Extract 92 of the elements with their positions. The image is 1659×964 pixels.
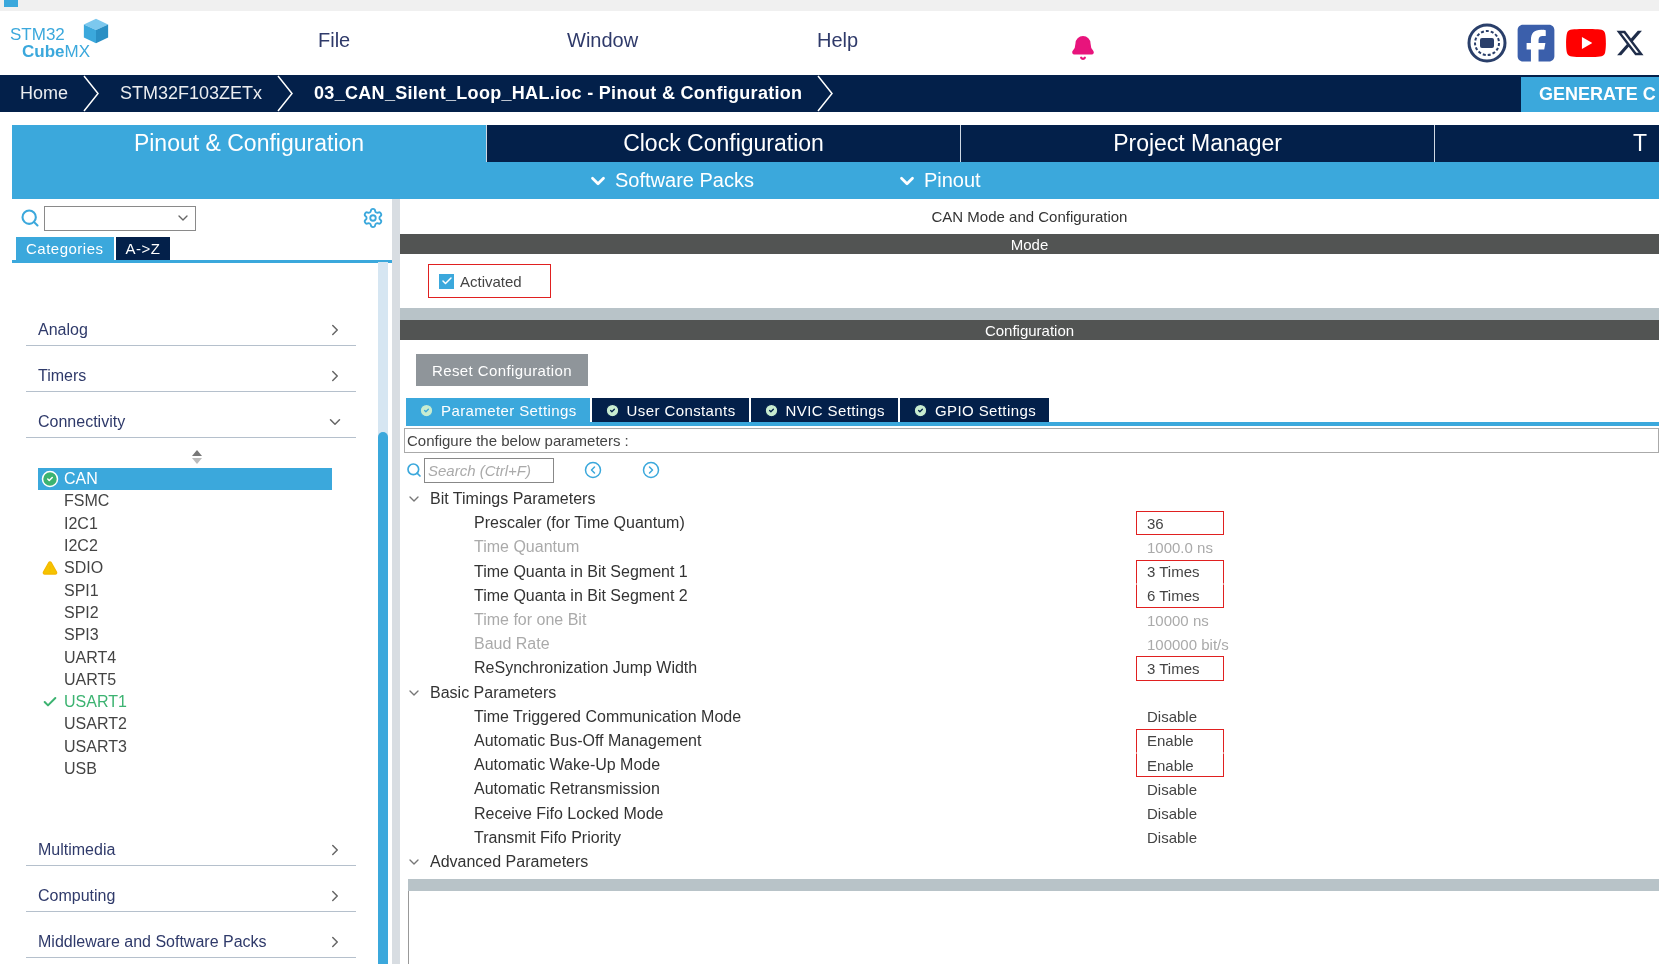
category-item[interactable]: Analog xyxy=(26,300,356,346)
parameter-group[interactable]: Basic Parameters xyxy=(406,680,1659,705)
app-icon xyxy=(4,0,18,7)
breadcrumb-link[interactable]: STM32F103ZETx xyxy=(100,75,277,112)
peripheral-item[interactable]: SDIO xyxy=(38,557,332,580)
peripheral-item[interactable]: SPI1 xyxy=(38,579,332,602)
parameter-name: Prescaler (for Time Quantum) xyxy=(473,513,686,534)
parameter-name: Transmit Fifo Priority xyxy=(473,827,622,848)
search-icon xyxy=(406,462,422,478)
parameter-name: ReSynchronization Jump Width xyxy=(473,658,699,679)
category-item[interactable]: Multimedia xyxy=(26,820,356,867)
peripheral-item[interactable]: USB xyxy=(38,757,332,781)
category-item[interactable]: Middleware and Software Packs xyxy=(26,912,356,959)
parameter-name: Time Triggered Communication Mode xyxy=(473,706,743,727)
facebook-icon[interactable] xyxy=(1515,22,1557,64)
previous-icon[interactable] xyxy=(584,461,602,479)
breadcrumb-link[interactable]: Home xyxy=(0,75,82,112)
main-tab[interactable]: T xyxy=(1434,125,1659,162)
parameter-name: Automatic Bus-Off Management xyxy=(473,730,703,751)
parameter-name: Automatic Wake-Up Mode xyxy=(473,755,662,776)
parameter-group[interactable]: Advanced Parameters xyxy=(406,849,1659,874)
check-circle-icon xyxy=(913,402,928,418)
parameter-value: 1000.0 ns xyxy=(1146,537,1214,558)
parameter-group[interactable]: Bit Timings Parameters xyxy=(406,487,1659,512)
peripheral-item[interactable]: I2C1 xyxy=(38,512,332,535)
peripheral-item[interactable]: FSMC xyxy=(38,490,332,513)
peripheral-item[interactable]: USART2 xyxy=(38,713,332,736)
parameter-search-field[interactable]: Search (Ctrl+F) xyxy=(424,457,554,483)
parameter-name: Automatic Retransmission xyxy=(473,779,661,800)
bell-icon[interactable] xyxy=(1070,35,1096,61)
check-circle-icon xyxy=(41,470,59,489)
parameter-value[interactable]: Enable xyxy=(1136,728,1224,754)
parameter-name: Receive Fifo Locked Mode xyxy=(473,803,665,824)
settings-tab[interactable]: User Constants xyxy=(591,398,749,422)
main-tab[interactable]: Project Manager xyxy=(960,125,1434,162)
settings-icon[interactable] xyxy=(362,207,384,229)
category-search-combo[interactable] xyxy=(44,205,196,231)
sort-icon[interactable] xyxy=(192,450,202,464)
parameter-value[interactable]: 6 Times xyxy=(1136,583,1224,608)
parameter-name: Time for one Bit xyxy=(473,610,588,631)
parameter-value[interactable]: Disable xyxy=(1136,704,1224,729)
warning-icon xyxy=(42,560,58,577)
parameter-value[interactable]: Enable xyxy=(1136,753,1224,778)
parameter-value: 100000 bit/s xyxy=(1146,634,1230,655)
peripheral-item[interactable]: I2C2 xyxy=(38,534,332,558)
next-icon[interactable] xyxy=(642,461,660,479)
peripheral-item[interactable]: SPI3 xyxy=(38,624,332,647)
parameter-value[interactable]: Disable xyxy=(1136,825,1224,850)
x-icon[interactable] xyxy=(1615,28,1645,58)
panel-title: CAN Mode and Configuration xyxy=(930,207,1129,227)
category-item[interactable]: Timers xyxy=(26,346,356,392)
menu-item[interactable]: Help xyxy=(817,29,859,52)
peripheral-item[interactable]: UART5 xyxy=(38,668,332,691)
settings-tab[interactable]: NVIC Settings xyxy=(750,398,898,422)
category-item[interactable]: Connectivity xyxy=(26,392,356,438)
activated-checkbox[interactable]: Activated xyxy=(428,264,551,298)
menu-item[interactable]: File xyxy=(318,29,351,52)
category-item[interactable]: Computing xyxy=(26,866,356,913)
peripheral-item[interactable]: UART4 xyxy=(38,646,332,669)
parameter-value[interactable]: 36 xyxy=(1136,511,1224,536)
parameter-value[interactable]: Disable xyxy=(1136,777,1224,802)
main-tab[interactable]: Clock Configuration xyxy=(486,125,960,162)
breadcrumb-chevron-icon xyxy=(816,75,835,112)
section-header: Configuration xyxy=(400,320,1659,340)
breadcrumb-chevron-icon xyxy=(82,75,100,112)
breadcrumb-link[interactable]: 03_CAN_Silent_Loop_HAL.ioc - Pinout & Configuration xyxy=(294,75,817,112)
anniversary-badge-icon[interactable] xyxy=(1467,23,1507,63)
parameter-value: 10000 ns xyxy=(1146,610,1210,631)
search-icon xyxy=(20,208,40,228)
parameter-name: Time Quanta in Bit Segment 1 xyxy=(473,561,689,582)
section-header: Mode xyxy=(400,234,1659,254)
checkbox-icon[interactable] xyxy=(439,273,454,289)
scrollbar-track[interactable] xyxy=(378,262,388,964)
cube-icon xyxy=(82,16,110,46)
parameter-value[interactable]: 3 Times xyxy=(1136,559,1224,584)
peripheral-item[interactable]: USART3 xyxy=(38,735,332,758)
logo: STM32 CubeMX xyxy=(10,26,90,60)
menu-item[interactable]: Window xyxy=(567,29,639,52)
parameter-value[interactable]: Disable xyxy=(1136,801,1224,826)
check-circle-icon xyxy=(763,402,779,418)
settings-tab[interactable]: GPIO Settings xyxy=(900,398,1050,422)
parameter-value[interactable]: 3 Times xyxy=(1136,656,1224,681)
category-tab[interactable]: A->Z xyxy=(115,237,171,260)
parameter-name: Time Quantum xyxy=(473,537,581,558)
peripheral-item[interactable]: SPI2 xyxy=(38,601,332,625)
parameters-hint: Configure the below parameters : xyxy=(404,428,1659,453)
breadcrumb-chevron-icon xyxy=(276,75,295,112)
scrollbar-thumb[interactable] xyxy=(378,432,388,964)
parameter-name: Baud Rate xyxy=(473,634,551,655)
parameter-name: Time Quanta in Bit Segment 2 xyxy=(473,585,689,606)
check-circle-icon xyxy=(419,402,434,418)
check-circle-icon xyxy=(604,402,620,418)
